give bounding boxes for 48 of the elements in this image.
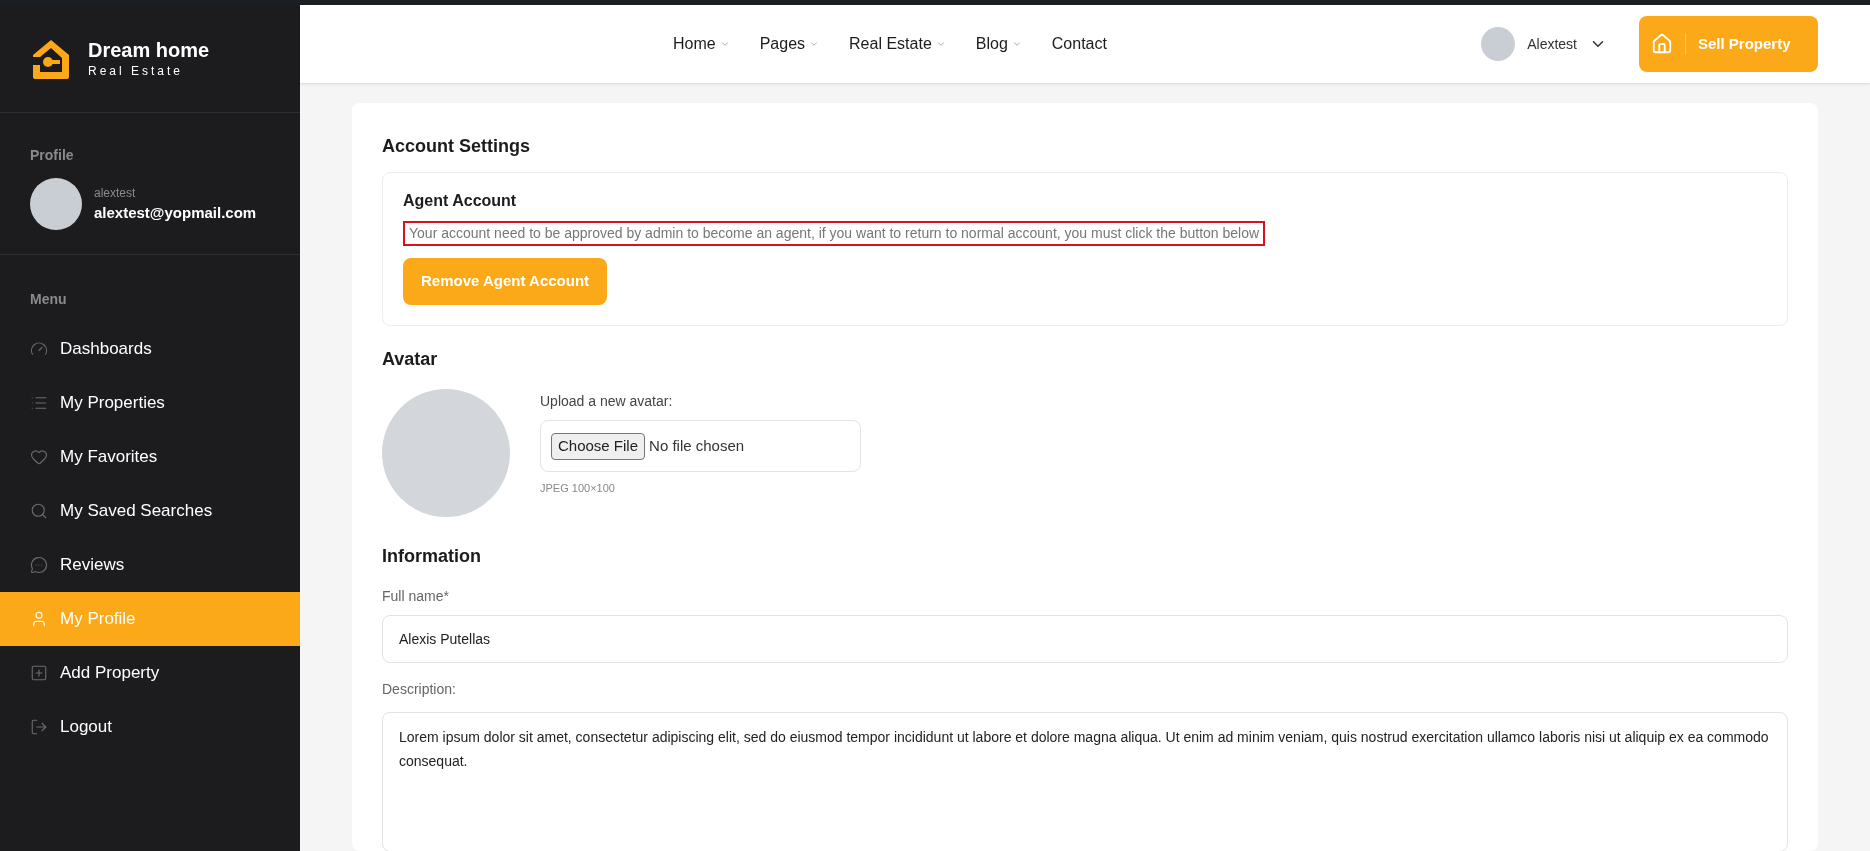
sidebar-menu-item[interactable]: My Favorites	[0, 430, 300, 484]
field-label: Full name*	[382, 587, 450, 606]
brand-name: Dream home	[88, 37, 210, 62]
file-status-text: No file chosen	[649, 435, 745, 456]
chevron-down-icon	[719, 39, 730, 49]
heart-icon	[30, 448, 48, 466]
gauge-icon	[30, 340, 48, 358]
file-input-field[interactable]: Choose File No file chosen	[540, 420, 861, 472]
sidebar-menu-item[interactable]: Dashboards	[0, 322, 300, 376]
panel-title: Agent Account	[403, 191, 518, 211]
upload-label: Upload a new avatar:	[540, 392, 674, 411]
sidebar-menu-item[interactable]: Logout	[0, 700, 300, 754]
choose-file-button[interactable]: Choose File	[551, 432, 646, 460]
chevron-down-icon	[935, 39, 946, 49]
nav-link[interactable]: Contact	[1051, 32, 1107, 56]
user-icon	[30, 610, 48, 628]
profile-heading: Profile	[30, 146, 75, 165]
field-label: Description:	[382, 680, 457, 699]
chat-bubble-icon	[30, 556, 48, 574]
sidebar-menu-item[interactable]: My Saved Searches	[0, 484, 300, 538]
plus-square-icon	[30, 664, 48, 682]
agent-notice-text: Your account need to be approved by admin to become an agent, if you want to return to normal account, you must click the button below	[403, 221, 1266, 246]
nav-link[interactable]: Home	[673, 32, 730, 56]
logout-icon	[30, 718, 48, 736]
chevron-down-icon	[809, 39, 820, 49]
user-avatar-placeholder	[1481, 27, 1516, 61]
section-title: Avatar	[382, 348, 439, 371]
nav-link[interactable]: Real Estate	[849, 32, 946, 56]
text-input-field[interactable]: Alexis Putellas	[382, 615, 1788, 663]
avatar-placeholder	[30, 178, 82, 230]
file-hint: JPEG 100×100	[540, 481, 616, 496]
search-icon	[30, 502, 48, 520]
profile-username: alextest	[94, 184, 137, 202]
user-menu-name[interactable]: Alextest	[1527, 33, 1577, 55]
profile-email: alextest@yopmail.com	[94, 202, 257, 223]
house-icon	[1651, 33, 1673, 55]
sidebar-menu-item[interactable]: Reviews	[0, 538, 300, 592]
menu-heading: Menu	[29, 290, 68, 309]
brand-tagline: Real Estate	[88, 62, 185, 80]
section-title: Account Settings	[382, 135, 531, 158]
nav-link[interactable]: Pages	[759, 32, 820, 56]
sidebar-menu-item[interactable]: Add Property	[0, 646, 300, 700]
nav-link[interactable]: Blog	[975, 32, 1022, 56]
sidebar-menu-item[interactable]: My Properties	[0, 376, 300, 430]
chevron-down-icon	[1011, 39, 1022, 49]
list-icon	[30, 394, 48, 412]
textarea-field[interactable]: Lorem ipsum dolor sit amet, consectetur adipiscing elit, sed do eiusmod tempor incididunt ut labore et dolore magna aliqua. Ut enim ad minim veniam, quis nostrud exercitation ullamco laboris nisi ut aliquip ex ea commodo consequat.	[382, 712, 1788, 851]
section-title: Information	[382, 545, 482, 568]
